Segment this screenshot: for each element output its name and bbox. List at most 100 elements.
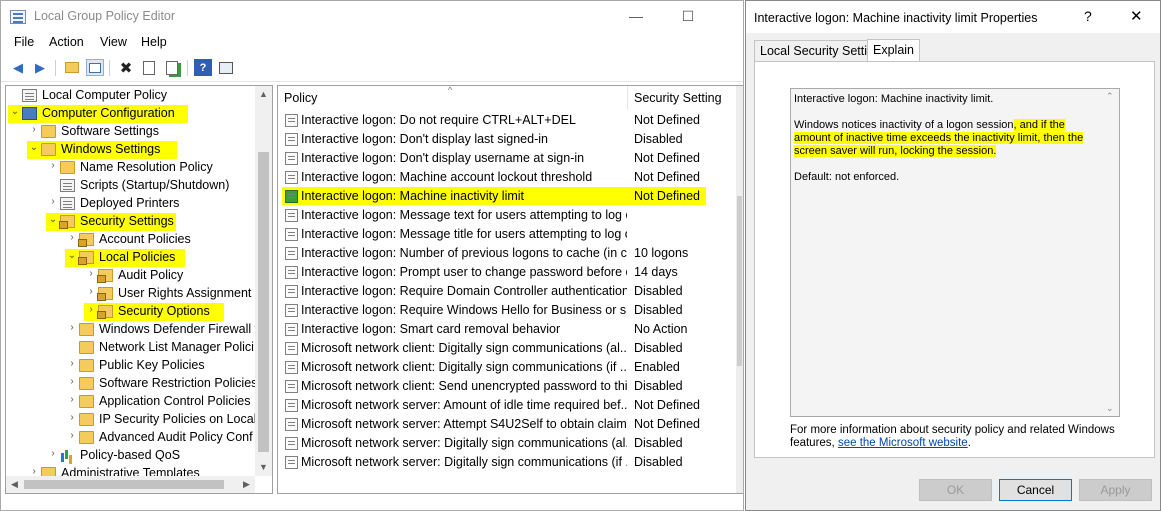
expand-arrow-icon[interactable]: › — [86, 286, 96, 297]
policy-row[interactable]: Interactive logon: Number of previous lo… — [278, 244, 738, 263]
expand-arrow-icon[interactable]: › — [67, 376, 77, 387]
tree-item[interactable]: › Advanced Audit Policy Conf — [6, 429, 256, 447]
scroll-up-icon[interactable]: ⌃ — [1106, 91, 1114, 102]
scroll-down-icon[interactable]: ⌄ — [1106, 403, 1114, 414]
tree-item[interactable]: › Security Options — [6, 303, 256, 321]
tree-scroll-thumb[interactable] — [258, 152, 269, 453]
cancel-button[interactable]: Cancel — [999, 479, 1072, 501]
policy-row[interactable]: Interactive logon: Message text for user… — [278, 206, 738, 225]
policy-row[interactable]: Interactive logon: Machine account locko… — [278, 168, 738, 187]
tree-item[interactable]: › Deployed Printers — [6, 195, 256, 213]
tree-item[interactable]: › Software Restriction Policies — [6, 375, 257, 393]
policy-row[interactable]: Microsoft network server: Digitally sign… — [278, 453, 738, 472]
console-tree[interactable]: Local Computer Policy ⌄ Computer Configura… — [5, 85, 273, 494]
expand-arrow-icon[interactable]: › — [67, 430, 77, 441]
policy-row[interactable]: Microsoft network client: Digitally sign… — [278, 358, 738, 377]
policy-row[interactable]: Interactive logon: Don't display last si… — [278, 130, 738, 149]
tree-item[interactable]: › Software Settings — [6, 123, 256, 141]
list-vertical-scrollbar[interactable] — [736, 86, 743, 493]
export-list-icon[interactable] — [163, 59, 181, 76]
maximize-button[interactable]: ☐ — [665, 1, 711, 33]
menu-view[interactable]: View — [100, 35, 127, 49]
policy-row[interactable]: Interactive logon: Do not require CTRL+A… — [278, 111, 738, 130]
filter-icon[interactable] — [217, 59, 235, 76]
tree-item[interactable]: › Public Key Policies — [6, 357, 256, 375]
help-icon[interactable]: ? — [194, 59, 212, 76]
delete-icon[interactable]: ✖ — [117, 59, 135, 77]
expand-arrow-icon[interactable]: › — [48, 160, 58, 171]
policy-column-header[interactable]: ^ Policy — [278, 86, 628, 110]
tree-item[interactable]: ⌄ Windows Settings — [6, 141, 256, 159]
tree-hscroll-thumb[interactable] — [24, 480, 224, 489]
dialog-help-button[interactable]: ? — [1084, 8, 1092, 24]
tree-item[interactable]: › IP Security Policies on Local — [6, 411, 257, 429]
policy-row[interactable]: Interactive logon: Don't display usernam… — [278, 149, 738, 168]
forward-icon[interactable]: ▶ — [31, 59, 49, 76]
menu-action[interactable]: Action — [49, 35, 84, 49]
policy-row[interactable]: Interactive logon: Message title for use… — [278, 225, 738, 244]
ok-button[interactable]: OK — [919, 479, 992, 501]
policy-list[interactable]: ^ Policy Security Setting Interactive lo… — [277, 85, 743, 494]
security-setting-column-header[interactable]: Security Setting — [628, 86, 738, 110]
policy-row[interactable]: Interactive logon: Require Domain Contro… — [278, 282, 738, 301]
apply-button[interactable]: Apply — [1079, 479, 1152, 501]
expand-arrow-icon[interactable]: › — [67, 358, 77, 369]
tree-item[interactable]: Network List Manager Polici — [6, 339, 256, 357]
explain-text-box[interactable]: Interactive logon: Machine inactivity li… — [790, 88, 1120, 417]
expand-arrow-icon[interactable]: › — [48, 448, 58, 459]
expand-arrow-icon[interactable]: › — [67, 412, 77, 423]
collapse-arrow-icon[interactable]: ⌄ — [48, 214, 58, 225]
explain-scrollbar[interactable]: ⌃ ⌄ — [1103, 89, 1119, 416]
tree-item[interactable]: › User Rights Assignment — [6, 285, 256, 303]
tab-explain[interactable]: Explain — [867, 39, 920, 62]
scroll-right-icon[interactable]: ▶ — [238, 476, 255, 493]
expand-arrow-icon[interactable]: › — [86, 304, 96, 315]
expand-arrow-icon[interactable]: › — [86, 268, 96, 279]
collapse-arrow-icon[interactable]: ⌄ — [10, 106, 20, 117]
expand-arrow-icon[interactable]: › — [29, 124, 39, 135]
microsoft-website-link[interactable]: see the Microsoft website — [838, 437, 968, 449]
policy-row[interactable]: Interactive logon: Require Windows Hello… — [278, 301, 738, 320]
tree-item[interactable]: › Application Control Policies — [6, 393, 256, 411]
tree-item[interactable]: ⌄ Local Policies — [6, 249, 256, 267]
properties-icon[interactable] — [140, 59, 158, 76]
expand-arrow-icon[interactable]: › — [67, 394, 77, 405]
show-hide-tree-icon[interactable] — [86, 59, 104, 76]
tree-item[interactable]: Scripts (Startup/Shutdown) — [6, 177, 256, 195]
policy-row[interactable]: Microsoft network client: Send unencrypt… — [278, 377, 738, 396]
up-folder-icon[interactable] — [63, 59, 81, 76]
tree-item[interactable]: › Name Resolution Policy — [6, 159, 256, 177]
tree-item[interactable]: › Account Policies — [6, 231, 256, 249]
policy-row[interactable]: Microsoft network server: Attempt S4U2Se… — [278, 415, 738, 434]
tree-item[interactable]: ⌄ Security Settings — [6, 213, 256, 231]
security-setting-value: Not Defined — [634, 170, 701, 184]
expand-arrow-icon[interactable]: › — [48, 196, 58, 207]
scroll-left-icon[interactable]: ◀ — [6, 476, 23, 493]
scroll-down-icon[interactable]: ▼ — [255, 459, 272, 476]
scroll-up-icon[interactable]: ▲ — [255, 86, 272, 103]
policy-row[interactable]: Microsoft network client: Digitally sign… — [278, 339, 738, 358]
policy-row[interactable]: Microsoft network server: Amount of idle… — [278, 396, 738, 415]
menu-help[interactable]: Help — [141, 35, 167, 49]
tree-item[interactable]: › Policy-based QoS — [6, 447, 256, 465]
list-scroll-thumb[interactable] — [737, 196, 742, 366]
policy-row[interactable]: Microsoft network server: Digitally sign… — [278, 434, 738, 453]
tree-item[interactable]: › Windows Defender Firewall w — [6, 321, 264, 339]
expand-arrow-icon[interactable]: › — [67, 232, 77, 243]
back-icon[interactable]: ◀ — [9, 59, 27, 76]
minimize-button[interactable]: — — [613, 1, 659, 33]
selected-policy-row[interactable]: Interactive logon: Machine inactivity li… — [278, 187, 738, 206]
collapse-arrow-icon[interactable]: ⌄ — [29, 142, 39, 153]
security-setting-value: Disabled — [634, 284, 683, 298]
dialog-close-button[interactable]: ✕ — [1130, 7, 1143, 25]
tree-horizontal-scrollbar[interactable]: ◀ ▶ — [6, 476, 255, 493]
expand-arrow-icon[interactable]: › — [67, 322, 77, 333]
tree-item[interactable]: › Audit Policy — [6, 267, 256, 285]
policy-row[interactable]: Interactive logon: Smart card removal be… — [278, 320, 738, 339]
tree-item[interactable]: ⌄ Computer Configuration — [6, 105, 256, 123]
menu-file[interactable]: File — [14, 35, 34, 49]
policy-row[interactable]: Interactive logon: Prompt user to change… — [278, 263, 738, 282]
tree-item[interactable]: Local Computer Policy — [6, 87, 256, 105]
collapse-arrow-icon[interactable]: ⌄ — [67, 250, 77, 261]
tree-vertical-scrollbar[interactable]: ▲ ▼ — [255, 86, 272, 476]
